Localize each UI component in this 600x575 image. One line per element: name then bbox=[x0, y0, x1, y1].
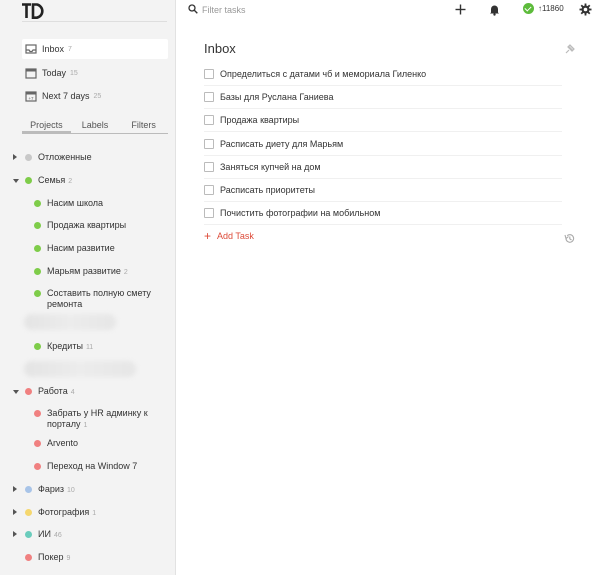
task-item[interactable]: Базы для Руслана Ганиева bbox=[204, 86, 562, 109]
project-color-dot bbox=[34, 440, 41, 447]
task-label[interactable]: Определиться с датами чб и мемориала Гил… bbox=[220, 69, 426, 79]
project-name: Фариз 10 bbox=[38, 484, 75, 494]
project-name: Покер 9 bbox=[38, 552, 71, 562]
task-label[interactable]: Продажа квартиры bbox=[220, 115, 299, 125]
sidebar-tabs: Projects Labels Filters bbox=[22, 118, 168, 134]
task-checkbox[interactable] bbox=[204, 139, 214, 149]
project-name: Забрать у HR админку к порталу 1 bbox=[47, 408, 148, 429]
filter-label: Today bbox=[42, 68, 67, 78]
task-label[interactable]: Почистить фотографии на мобильном bbox=[220, 208, 380, 218]
project-name: Продажа квартиры bbox=[47, 220, 127, 230]
collapse-arrow-icon[interactable] bbox=[13, 179, 19, 183]
project-name: Насим школа bbox=[47, 198, 104, 208]
project-name: Фотография 1 bbox=[38, 507, 97, 517]
project-name: Работа 4 bbox=[38, 386, 75, 396]
plus-icon: + bbox=[204, 229, 212, 243]
svg-text:+7: +7 bbox=[28, 96, 34, 101]
filter-today[interactable]: Today 15 bbox=[22, 63, 168, 83]
project-name: Отложенные bbox=[38, 152, 92, 162]
project-color-dot bbox=[25, 531, 32, 538]
add-icon[interactable] bbox=[454, 3, 467, 16]
karma-score[interactable]: ↑11860 bbox=[523, 3, 564, 14]
task-item[interactable]: Расписать приоритеты bbox=[204, 179, 562, 202]
project-color-dot bbox=[25, 509, 32, 516]
collapse-arrow-icon[interactable] bbox=[13, 390, 19, 394]
project-actions-icon[interactable] bbox=[564, 44, 575, 55]
task-label[interactable]: Базы для Руслана Ганиева bbox=[220, 92, 333, 102]
add-task-label: Add Task bbox=[217, 231, 254, 241]
filter-next-7-days[interactable]: +7 Next 7 days 25 bbox=[22, 86, 168, 106]
filter-label: Next 7 days bbox=[42, 91, 90, 101]
tab-filters[interactable]: Filters bbox=[119, 118, 168, 133]
bell-icon[interactable] bbox=[488, 3, 501, 16]
task-label[interactable]: Заняться купчей на дом bbox=[220, 162, 321, 172]
project-color-dot bbox=[34, 463, 41, 470]
add-task-button[interactable]: + Add Task bbox=[204, 229, 254, 243]
project-color-dot bbox=[34, 200, 41, 207]
project-color-dot bbox=[34, 268, 41, 275]
inbox-icon bbox=[25, 43, 37, 55]
task-item[interactable]: Продажа квартиры bbox=[204, 109, 562, 132]
task-checkbox[interactable] bbox=[204, 185, 214, 195]
expand-arrow-icon[interactable] bbox=[13, 509, 17, 515]
project-name: Переход на Window 7 bbox=[47, 461, 138, 471]
task-checkbox[interactable] bbox=[204, 92, 214, 102]
task-item[interactable]: Расписать диету для Марьям bbox=[204, 133, 562, 156]
task-label[interactable]: Расписать диету для Марьям bbox=[220, 139, 343, 149]
task-checkbox[interactable] bbox=[204, 69, 214, 79]
project-name: Марьям развитие 2 bbox=[47, 266, 128, 276]
history-icon[interactable] bbox=[564, 233, 575, 244]
filter-count: 25 bbox=[93, 92, 102, 100]
sidebar: Inbox 7 Today 15 +7 Next 7 days 25 Proje… bbox=[0, 0, 176, 575]
tab-projects[interactable]: Projects bbox=[22, 118, 71, 133]
expand-arrow-icon[interactable] bbox=[13, 154, 17, 160]
filter-count: 7 bbox=[68, 45, 72, 53]
project-name: ИИ 46 bbox=[38, 529, 62, 539]
project-color-dot bbox=[34, 343, 41, 350]
project-color-dot bbox=[34, 410, 41, 417]
task-checkbox[interactable] bbox=[204, 115, 214, 125]
project-color-dot bbox=[34, 245, 41, 252]
project-color-dot bbox=[34, 222, 41, 229]
task-label[interactable]: Расписать приоритеты bbox=[220, 185, 315, 195]
filter-count: 15 bbox=[70, 69, 78, 77]
filter-label: Inbox bbox=[42, 44, 65, 54]
task-item[interactable]: Почистить фотографии на мобильном bbox=[204, 202, 562, 225]
karma-check-icon bbox=[523, 3, 534, 14]
blurred-project bbox=[24, 314, 116, 330]
task-checkbox[interactable] bbox=[204, 162, 214, 172]
blurred-project bbox=[24, 361, 136, 377]
project-name: Arvento bbox=[47, 438, 79, 448]
karma-value: ↑11860 bbox=[538, 4, 564, 13]
task-checkbox[interactable] bbox=[204, 208, 214, 218]
task-item[interactable]: Заняться купчей на дом bbox=[204, 156, 562, 179]
sidebar-divider bbox=[22, 21, 167, 22]
expand-arrow-icon[interactable] bbox=[13, 531, 17, 537]
todoist-logo[interactable] bbox=[22, 3, 46, 19]
project-name: Насим развитие bbox=[47, 243, 115, 253]
project-color-dot bbox=[25, 486, 32, 493]
calendar-week-icon: +7 bbox=[25, 90, 37, 102]
project-name: Составить полную смету ремонта bbox=[47, 288, 151, 309]
top-bar: ↑11860 bbox=[176, 0, 600, 20]
expand-arrow-icon[interactable] bbox=[13, 486, 17, 492]
project-color-dot bbox=[25, 388, 32, 395]
calendar-today-icon bbox=[25, 67, 37, 79]
project-color-dot bbox=[25, 177, 32, 184]
tab-labels[interactable]: Labels bbox=[71, 118, 120, 133]
project-color-dot bbox=[25, 554, 32, 561]
project-name: Кредиты 11 bbox=[47, 341, 94, 351]
page-title: Inbox bbox=[204, 41, 236, 56]
gear-icon[interactable] bbox=[579, 3, 592, 16]
search-icon bbox=[188, 4, 198, 14]
filter-inbox[interactable]: Inbox 7 bbox=[22, 39, 168, 59]
search-input[interactable] bbox=[202, 3, 402, 17]
project-color-dot bbox=[34, 290, 41, 297]
task-item[interactable]: Определиться с датами чб и мемориала Гил… bbox=[204, 63, 562, 86]
project-name: Семья 2 bbox=[38, 175, 73, 185]
project-color-dot bbox=[25, 154, 32, 161]
